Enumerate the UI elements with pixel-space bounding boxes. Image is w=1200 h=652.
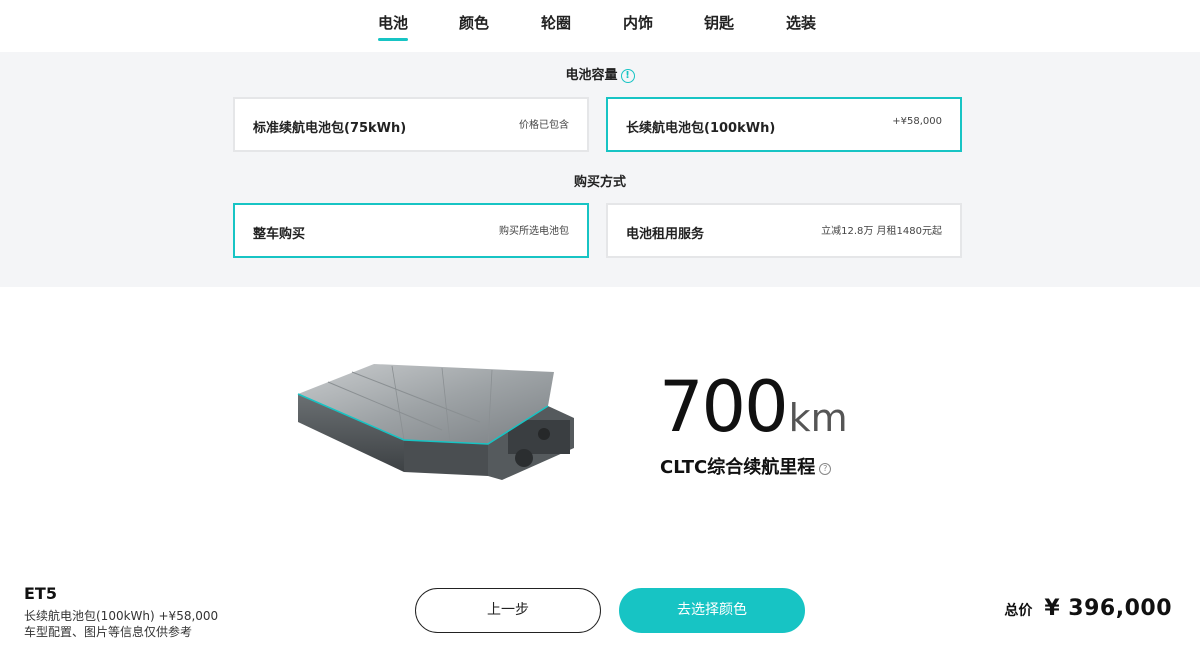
selection-summary: 长续航电池包(100kWh) +¥58,000 [24, 609, 219, 623]
battery-capacity-title-text: 电池容量 [565, 68, 618, 83]
tab-key-label: 钥匙 [703, 14, 734, 32]
range-label: CLTC综合续航里程? [660, 453, 832, 479]
next-step-button[interactable]: 去选择颜色 [619, 588, 805, 633]
purchase-option-label: 整车购买 [253, 227, 306, 242]
tab-interior[interactable]: 内饰 [608, 12, 668, 33]
tab-wheels-label: 轮圈 [540, 14, 571, 32]
tab-color-label: 颜色 [458, 14, 489, 32]
help-icon[interactable]: ? [819, 463, 832, 475]
tab-key[interactable]: 钥匙 [689, 12, 749, 33]
battery-option-label: 长续航电池包(100kWh) [626, 121, 776, 136]
battery-option-price: +¥58,000 [892, 116, 942, 127]
tab-battery-label: 电池 [377, 14, 408, 32]
battery-capacity-title: 电池容量! [0, 64, 1200, 83]
model-name: ET5 [24, 584, 57, 603]
range-label-text: CLTC综合续航里程 [660, 457, 816, 478]
info-icon[interactable]: ! [620, 69, 635, 83]
tab-battery[interactable]: 电池 [363, 12, 423, 41]
purchase-method-title: 购买方式 [0, 171, 1200, 190]
prev-step-button[interactable]: 上一步 [415, 588, 601, 633]
range-value: 700km [659, 366, 848, 448]
config-tabs: 电池 颜色 轮圈 内饰 钥匙 选装 [0, 0, 1200, 52]
tab-color[interactable]: 颜色 [444, 12, 504, 33]
purchase-method-title-text: 购买方式 [573, 175, 626, 190]
tab-options-label: 选装 [785, 14, 816, 32]
purchase-option-note: 立减12.8万 月租1480元起 [821, 226, 942, 237]
tab-options[interactable]: 选装 [771, 12, 831, 33]
total-price: 总价 ¥ 396,000 [1004, 596, 1172, 621]
purchase-option-full[interactable]: 整车购买 购买所选电池包 [233, 203, 589, 258]
battery-pack-image [297, 364, 574, 480]
purchase-option-battery-rental[interactable]: 电池租用服务 立减12.8万 月租1480元起 [606, 203, 962, 258]
battery-option-long-range[interactable]: 长续航电池包(100kWh) +¥58,000 [606, 97, 962, 152]
tab-wheels[interactable]: 轮圈 [526, 12, 586, 33]
purchase-option-label: 电池租用服务 [626, 227, 705, 242]
tab-interior-label: 内饰 [622, 14, 653, 32]
range-number: 700 [659, 366, 789, 448]
active-tab-indicator [378, 38, 408, 41]
purchase-option-note: 购买所选电池包 [499, 226, 569, 237]
battery-option-price: 价格已包含 [519, 120, 569, 131]
battery-option-label: 标准续航电池包(75kWh) [253, 121, 407, 136]
battery-option-standard[interactable]: 标准续航电池包(75kWh) 价格已包含 [233, 97, 589, 152]
options-panel: 电池容量! 标准续航电池包(75kWh) 价格已包含 长续航电池包(100kWh… [0, 52, 1200, 287]
total-price-amount: ¥ 396,000 [1044, 596, 1172, 621]
total-price-label: 总价 [1004, 603, 1033, 619]
disclaimer: 车型配置、图片等信息仅供参考 [24, 625, 193, 639]
range-unit: km [788, 396, 848, 440]
